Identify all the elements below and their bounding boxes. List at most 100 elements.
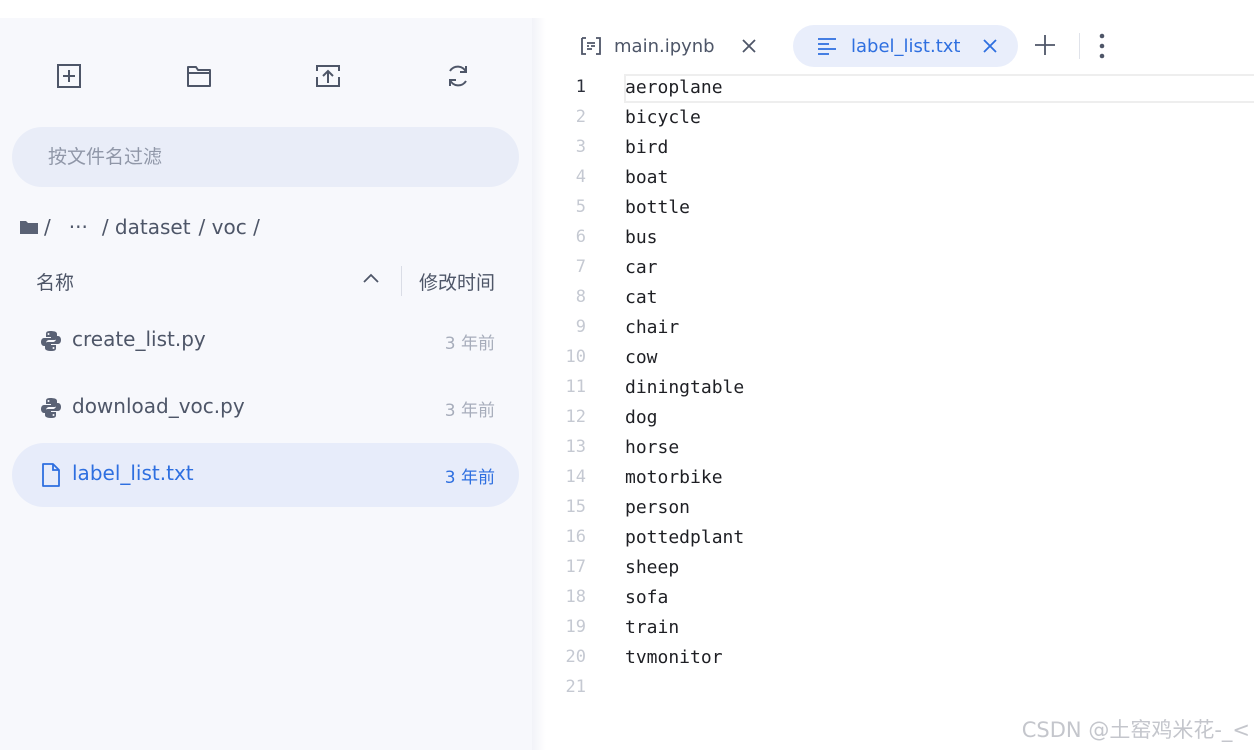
line-number: 4 xyxy=(575,167,586,187)
file-name: download_voc.py xyxy=(72,394,245,418)
folder-icon[interactable] xyxy=(20,220,38,234)
upload-icon xyxy=(316,65,340,87)
breadcrumb-ellipsis[interactable]: ··· xyxy=(69,215,88,239)
editor-line[interactable]: 5 bottle xyxy=(546,194,1254,224)
editor-line[interactable]: 4 boat xyxy=(546,164,1254,194)
python-icon xyxy=(41,398,61,418)
file-row-label-list[interactable]: label_list.txt 3 年前 xyxy=(12,443,519,507)
line-number: 18 xyxy=(565,587,586,607)
sidebar-shadow xyxy=(532,18,546,750)
line-number: 14 xyxy=(565,467,586,487)
editor-line[interactable]: 14 motorbike xyxy=(546,464,1254,494)
column-modified-header[interactable]: 修改时间 xyxy=(419,268,495,295)
file-modified: 3 年前 xyxy=(444,468,495,488)
upload-button[interactable] xyxy=(302,44,354,108)
editor-line[interactable]: 2 bicycle xyxy=(546,104,1254,134)
tab-main-ipynb[interactable]: main.ipynb xyxy=(568,25,769,67)
editor-line[interactable]: 10 cow xyxy=(546,344,1254,374)
more-vertical-icon[interactable] xyxy=(1094,32,1110,64)
editor-line[interactable]: 18 sofa xyxy=(546,584,1254,614)
line-text: person xyxy=(625,497,691,518)
text-file-icon xyxy=(42,463,60,487)
line-number: 17 xyxy=(565,557,586,577)
line-number: 9 xyxy=(575,317,586,337)
editor-line[interactable]: 6 bus xyxy=(546,224,1254,254)
line-text: motorbike xyxy=(625,467,723,488)
editor-line[interactable]: 7 car xyxy=(546,254,1254,284)
editor-line[interactable]: 12 dog xyxy=(546,404,1254,434)
editor-line[interactable]: 11 diningtable xyxy=(546,374,1254,404)
file-modified: 3 年前 xyxy=(444,334,495,354)
new-tab-plus-icon[interactable] xyxy=(1033,33,1057,61)
line-text: bicycle xyxy=(625,107,701,128)
line-number: 15 xyxy=(565,497,586,517)
breadcrumb-dataset[interactable]: / dataset xyxy=(102,215,191,239)
folder-icon xyxy=(187,66,211,87)
line-number: 13 xyxy=(565,437,586,457)
line-number: 19 xyxy=(565,617,586,637)
file-name: create_list.py xyxy=(72,327,206,351)
editor-line[interactable]: 16 pottedplant xyxy=(546,524,1254,554)
line-number: 11 xyxy=(565,377,586,397)
line-text: sheep xyxy=(625,557,680,578)
tab-label-list-txt[interactable]: label_list.txt xyxy=(793,25,1018,67)
editor-line[interactable]: 13 horse xyxy=(546,434,1254,464)
line-text: bottle xyxy=(625,197,691,218)
column-divider[interactable] xyxy=(401,266,402,296)
file-modified: 3 年前 xyxy=(444,401,495,421)
line-text: cow xyxy=(625,347,658,368)
editor-line[interactable]: 17 sheep xyxy=(546,554,1254,584)
text-editor[interactable]: 1 aeroplane 2 bicycle 3 bird 4 boat 5 bottle 6 bus 7… xyxy=(546,74,1254,750)
line-text: bus xyxy=(625,227,658,248)
editor-line[interactable]: 21 xyxy=(546,674,1254,704)
editor-line[interactable]: 8 cat xyxy=(546,284,1254,314)
line-number: 2 xyxy=(575,107,586,127)
column-name-header[interactable]: 名称 xyxy=(36,268,74,295)
line-number: 16 xyxy=(565,527,586,547)
close-icon[interactable] xyxy=(982,38,998,54)
line-text: car xyxy=(625,257,658,278)
line-number: 12 xyxy=(565,407,586,427)
notebook-icon xyxy=(581,37,601,55)
line-text: diningtable xyxy=(625,377,745,398)
chevron-up-icon[interactable] xyxy=(362,270,380,289)
watermark: CSDN @土窑鸡米花-_< xyxy=(1021,718,1250,742)
editor-line[interactable]: 19 train xyxy=(546,614,1254,644)
line-number: 8 xyxy=(575,287,586,307)
refresh-button[interactable] xyxy=(432,44,484,108)
line-number: 5 xyxy=(575,197,586,217)
line-text: pottedplant xyxy=(625,527,745,548)
line-text: aeroplane xyxy=(625,77,723,98)
breadcrumb: / ··· / dataset / voc / xyxy=(20,211,260,243)
line-text: dog xyxy=(625,407,658,428)
tab-bar: main.ipynb label_list.txt xyxy=(546,18,1254,74)
line-number: 1 xyxy=(575,77,586,97)
line-number: 7 xyxy=(575,257,586,277)
refresh-icon xyxy=(449,65,467,87)
editor-line[interactable]: 1 aeroplane xyxy=(546,74,1254,104)
editor-line[interactable]: 3 bird xyxy=(546,134,1254,164)
file-name: label_list.txt xyxy=(72,461,194,485)
breadcrumb-voc[interactable]: / voc / xyxy=(199,215,260,239)
search-input[interactable] xyxy=(12,127,519,187)
new-launcher-button[interactable] xyxy=(43,44,95,108)
line-text: cat xyxy=(625,287,658,308)
editor-line[interactable]: 15 person xyxy=(546,494,1254,524)
file-row-create-list[interactable]: create_list.py 3 年前 xyxy=(12,309,519,373)
new-folder-button[interactable] xyxy=(173,44,225,108)
breadcrumb-separator: / xyxy=(44,215,51,239)
editor-line[interactable]: 9 chair xyxy=(546,314,1254,344)
line-number: 10 xyxy=(565,347,586,367)
line-text: train xyxy=(625,617,680,638)
line-number: 3 xyxy=(575,137,586,157)
line-text: bird xyxy=(625,137,669,158)
line-number: 20 xyxy=(565,647,586,667)
tab-label: main.ipynb xyxy=(614,35,715,57)
line-text: horse xyxy=(625,437,680,458)
file-browser-toolbar xyxy=(0,44,532,108)
search-bar xyxy=(12,127,519,187)
close-icon[interactable] xyxy=(741,38,757,54)
file-row-download-voc[interactable]: download_voc.py 3 年前 xyxy=(12,376,519,440)
tab-divider xyxy=(1079,33,1080,59)
editor-line[interactable]: 20 tvmonitor xyxy=(546,644,1254,674)
